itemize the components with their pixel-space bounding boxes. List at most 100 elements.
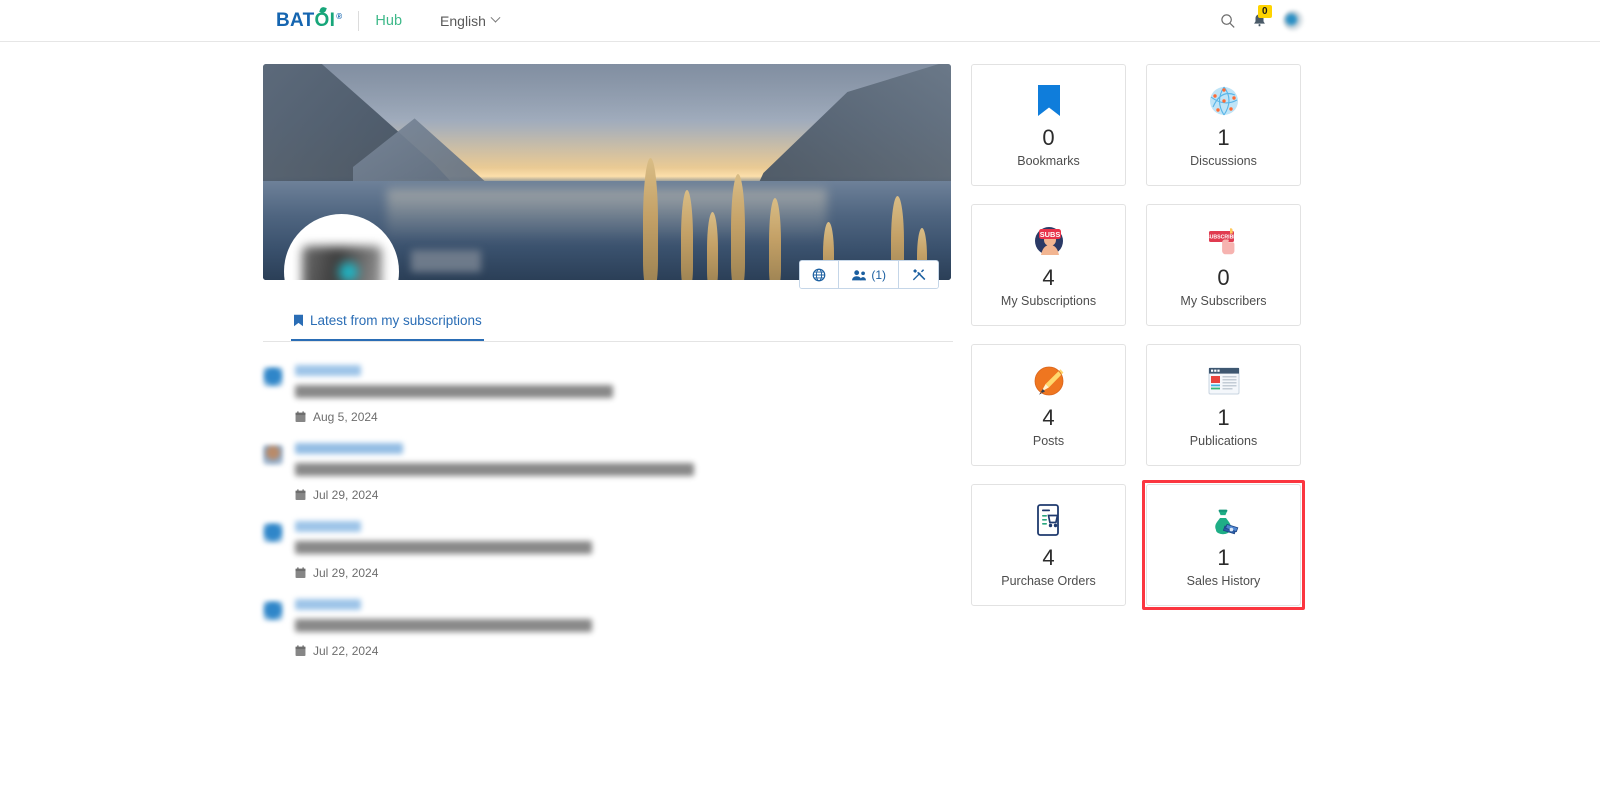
header-left-group: BAT OI ® Hub English xyxy=(276,5,501,32)
logo-text-bat: BAT xyxy=(276,9,315,31)
main-column: (1) Latest from my subscriptions Aug 5, … xyxy=(263,64,953,668)
cover-reed xyxy=(707,212,718,280)
list-item[interactable]: Jul 29, 2024 xyxy=(263,434,953,512)
feed-date-label: Jul 29, 2024 xyxy=(313,488,379,502)
language-label: English xyxy=(440,12,486,29)
feed-author-name-redacted[interactable] xyxy=(295,365,361,376)
stat-card-purchase-orders[interactable]: 4 Purchase Orders xyxy=(971,484,1126,606)
pen-nib-icon xyxy=(1033,362,1065,400)
notification-count-badge: 0 xyxy=(1258,4,1272,18)
search-icon xyxy=(1221,13,1235,28)
feed-author-avatar xyxy=(263,523,283,543)
subscription-feed: Aug 5, 2024 Jul 29, 2024 Jul 29, 2024 Ju… xyxy=(263,342,953,668)
stat-card-discussions[interactable]: 1 Discussions xyxy=(1146,64,1301,186)
stat-label: Bookmarks xyxy=(1017,154,1080,169)
stats-column: 0 Bookmarks 1 Discussions SUBS 4 My Subs… xyxy=(971,64,1311,668)
stat-label: Purchase Orders xyxy=(1001,574,1096,589)
tools-icon xyxy=(912,268,926,281)
stat-count: 4 xyxy=(1042,264,1055,290)
notifications-button[interactable]: 0 xyxy=(1252,4,1272,29)
page-body: (1) Latest from my subscriptions Aug 5, … xyxy=(0,42,1600,668)
stat-label: My Subscriptions xyxy=(1000,294,1097,309)
feed-author-avatar xyxy=(263,445,283,465)
feed-item-date: Jul 29, 2024 xyxy=(295,488,953,502)
logo-text-oi: OI xyxy=(314,5,336,32)
stat-label: Posts xyxy=(1032,434,1065,449)
feed-item-date: Jul 22, 2024 xyxy=(295,644,953,658)
calendar-icon xyxy=(295,489,306,501)
list-item[interactable]: Jul 22, 2024 xyxy=(263,590,953,668)
feed-item-body: Jul 29, 2024 xyxy=(295,521,953,580)
feed-item-title-redacted[interactable] xyxy=(295,619,592,632)
bookmark-icon xyxy=(294,314,303,327)
stat-card-my-subscribers[interactable]: SUBSCRIBE 0 My Subscribers xyxy=(1146,204,1301,326)
avatar xyxy=(1283,10,1304,31)
stat-count: 1 xyxy=(1217,124,1230,150)
feed-item-body: Jul 22, 2024 xyxy=(295,599,953,658)
tools-button[interactable] xyxy=(899,261,938,288)
feed-item-body: Jul 29, 2024 xyxy=(295,443,953,502)
subscribe-button-icon: SUBSCRIBE xyxy=(1207,222,1241,260)
cover-reed xyxy=(643,158,658,280)
stat-card-bookmarks[interactable]: 0 Bookmarks xyxy=(971,64,1126,186)
cover-reed xyxy=(769,198,781,280)
calendar-icon xyxy=(295,645,306,657)
stat-card-my-subscriptions[interactable]: SUBS 4 My Subscriptions xyxy=(971,204,1126,326)
logo-oi-text: OI xyxy=(314,9,336,31)
chevron-down-icon xyxy=(490,12,501,23)
stat-card-grid: 0 Bookmarks 1 Discussions SUBS 4 My Subs… xyxy=(971,64,1311,610)
feed-author-name-redacted[interactable] xyxy=(295,521,361,532)
svg-text:SUBSCRIBE: SUBSCRIBE xyxy=(1207,235,1237,241)
feed-item-title-redacted[interactable] xyxy=(295,541,592,554)
feed-item-title-redacted[interactable] xyxy=(295,463,694,476)
stat-count: 4 xyxy=(1042,404,1055,430)
stat-card-posts[interactable]: 4 Posts xyxy=(971,344,1126,466)
people-icon xyxy=(852,269,867,280)
members-count-label: (1) xyxy=(871,267,886,282)
tab-latest-from-my-subscriptions[interactable]: Latest from my subscriptions xyxy=(291,305,484,341)
subscribe-badge-icon: SUBS xyxy=(1033,222,1065,260)
feed-author-avatar xyxy=(263,367,283,387)
svg-text:SUBS: SUBS xyxy=(1039,230,1060,239)
list-item[interactable]: Aug 5, 2024 xyxy=(263,356,953,434)
list-item[interactable]: Jul 29, 2024 xyxy=(263,512,953,590)
members-button[interactable]: (1) xyxy=(839,261,899,288)
search-button[interactable] xyxy=(1220,13,1236,29)
stat-card-publications[interactable]: 1 Publications xyxy=(1146,344,1301,466)
feed-item-date: Jul 29, 2024 xyxy=(295,566,953,580)
stat-count: 0 xyxy=(1042,124,1055,150)
stat-count: 0 xyxy=(1217,264,1230,290)
tab-bar: Latest from my subscriptions xyxy=(263,305,953,342)
hub-link[interactable]: Hub xyxy=(375,13,402,29)
feed-date-label: Aug 5, 2024 xyxy=(313,410,378,424)
feed-author-name-redacted[interactable] xyxy=(295,599,361,610)
header-right-group: 0 xyxy=(1220,4,1304,31)
feed-item-body: Aug 5, 2024 xyxy=(295,365,953,424)
feed-date-label: Jul 29, 2024 xyxy=(313,566,379,580)
batoi-logo[interactable]: BAT OI ® xyxy=(276,5,343,32)
stat-label: Publications xyxy=(1189,434,1258,449)
article-icon xyxy=(1208,362,1240,400)
feed-item-title-redacted[interactable] xyxy=(295,385,613,398)
globe-icon xyxy=(812,268,826,281)
language-selector[interactable]: English xyxy=(440,12,501,29)
profile-name-redacted xyxy=(411,250,481,272)
money-bag-icon xyxy=(1207,502,1241,540)
cover-reed xyxy=(731,174,745,280)
invoice-cart-icon xyxy=(1035,502,1063,540)
network-globe-icon xyxy=(1207,82,1241,120)
logo-registered-mark: ® xyxy=(336,11,343,21)
stat-count: 1 xyxy=(1217,544,1230,570)
header-divider xyxy=(358,10,360,31)
feed-author-avatar xyxy=(263,601,283,621)
stat-label: My Subscribers xyxy=(1180,294,1267,309)
user-avatar-button[interactable] xyxy=(1283,10,1304,31)
stat-card-sales-history[interactable]: 1 Sales History xyxy=(1142,480,1305,610)
feed-author-name-redacted[interactable] xyxy=(295,443,403,454)
calendar-icon xyxy=(295,567,306,579)
profile-action-buttons: (1) xyxy=(799,260,939,289)
cover-reed xyxy=(681,190,693,280)
cover-photo[interactable] xyxy=(263,64,951,280)
website-button[interactable] xyxy=(800,261,840,288)
feed-date-label: Jul 22, 2024 xyxy=(313,644,379,658)
